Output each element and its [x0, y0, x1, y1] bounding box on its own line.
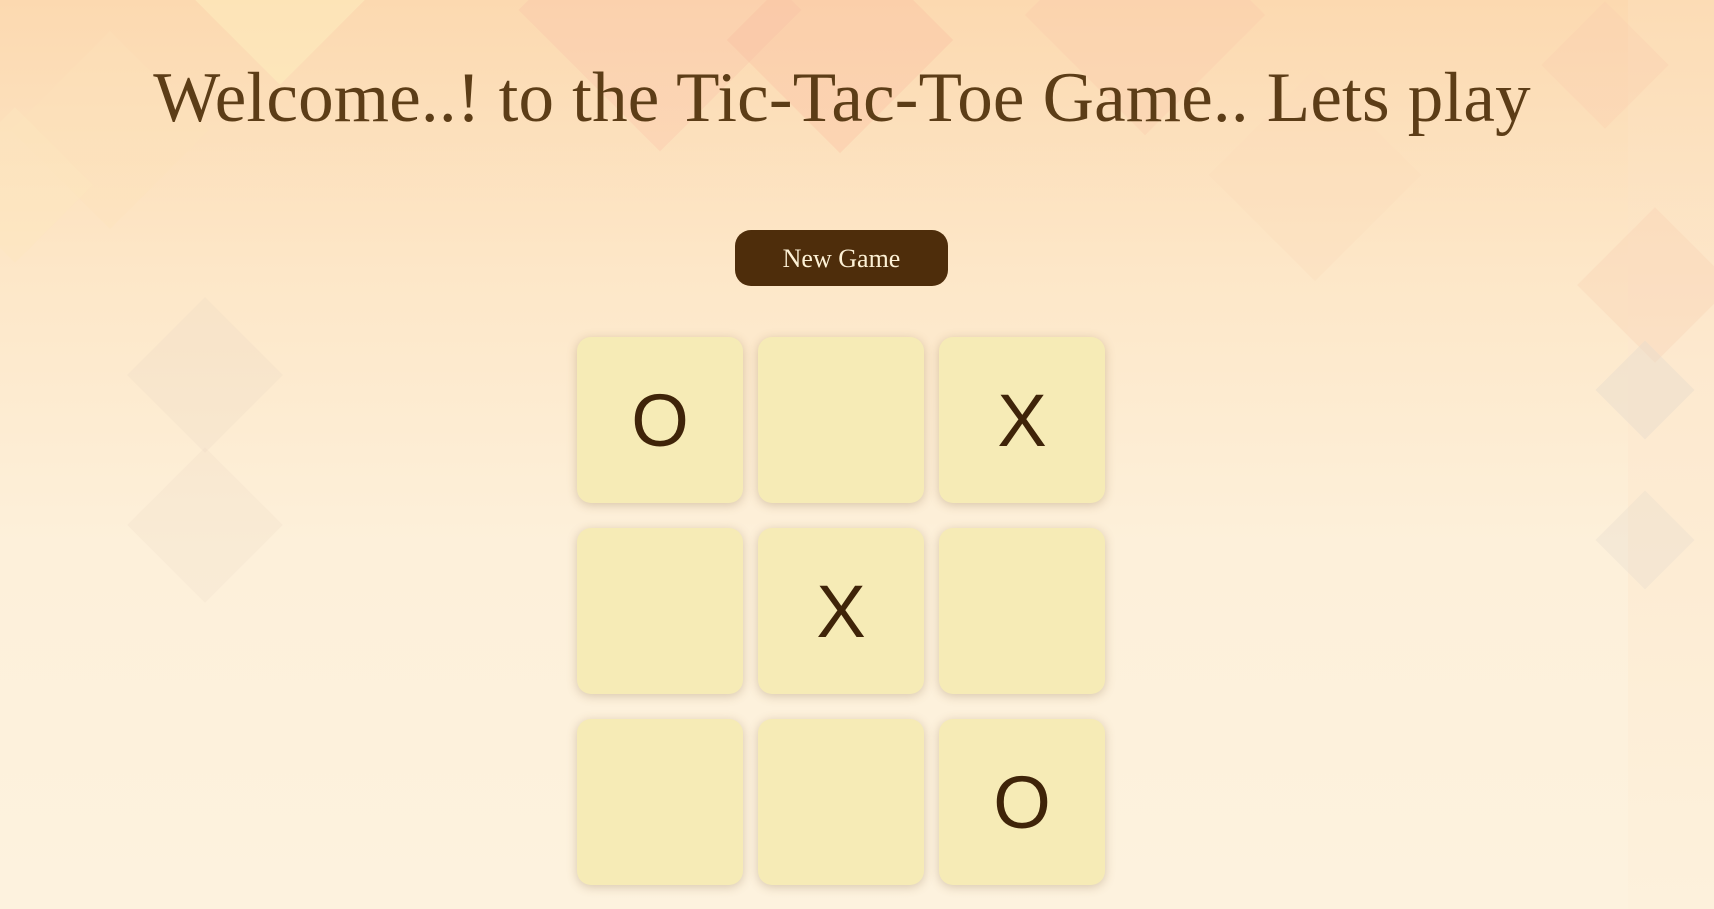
new-game-button[interactable]: New Game	[735, 230, 948, 286]
board-cell-2[interactable]	[758, 337, 924, 503]
board-cell-5[interactable]: X	[758, 528, 924, 694]
board-cell-3[interactable]: X	[939, 337, 1105, 503]
board-cell-7[interactable]	[577, 719, 743, 885]
board-cell-8[interactable]	[758, 719, 924, 885]
game-board: O X X O	[577, 337, 1107, 886]
board-cell-1[interactable]: O	[577, 337, 743, 503]
board-cell-4[interactable]	[577, 528, 743, 694]
board-cell-6[interactable]	[939, 528, 1105, 694]
board-cell-9[interactable]: O	[939, 719, 1105, 885]
page-title: Welcome..! to the Tic-Tac-Toe Game.. Let…	[153, 59, 1531, 137]
